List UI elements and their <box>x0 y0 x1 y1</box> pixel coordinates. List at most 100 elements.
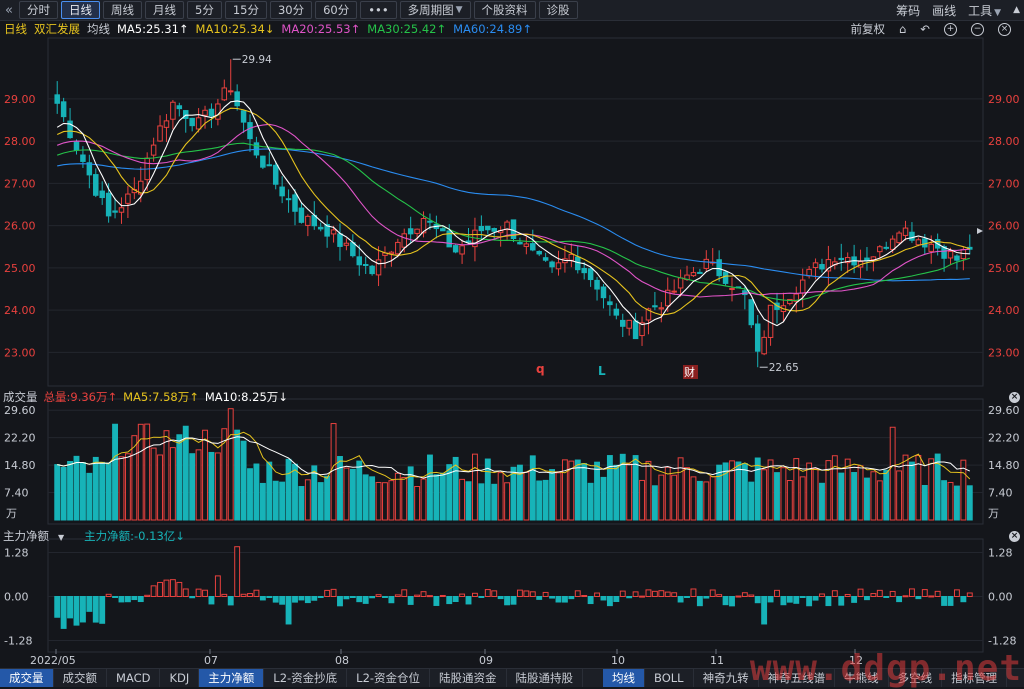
flow-bar <box>439 594 446 597</box>
flow-bar <box>819 593 825 597</box>
candle-body <box>195 117 202 130</box>
volume-bar <box>831 455 838 521</box>
flow-bar <box>375 594 382 598</box>
event-marker-q: q <box>536 362 545 376</box>
indicator-tab-2[interactable]: MACD <box>107 669 161 687</box>
candle-body <box>555 262 562 270</box>
candle-body <box>298 207 305 223</box>
flow-bar <box>574 590 581 597</box>
indicator-tab-14[interactable]: 多空线 <box>889 669 943 687</box>
flow-bar <box>632 591 639 597</box>
volume-bar <box>536 480 543 521</box>
indicator-tab-0[interactable]: 成交量 <box>0 669 54 687</box>
candle-body <box>658 307 665 310</box>
volume-bar <box>79 462 86 521</box>
candle-body <box>350 242 356 257</box>
volume-bar <box>105 462 112 521</box>
indicator-tab-7[interactable]: 陆股通资金 <box>430 669 507 687</box>
indicator-tabs: 成交量 成交额 MACD KDJ 主力净额 L2-资金抄底 L2-资金仓位 陆股通资金 陆股通持… <box>0 668 1024 687</box>
candle-body <box>240 110 247 123</box>
volume-bar <box>298 486 305 521</box>
indicator-tab-15[interactable]: 指标管理 <box>942 669 1008 687</box>
flow-bar <box>909 588 915 597</box>
indicator-tab-9[interactable]: 均线 <box>603 669 646 687</box>
candle-body <box>247 122 253 140</box>
volume-bar <box>812 468 819 521</box>
high-label: 29.94 <box>242 54 272 66</box>
indicator-tab-10[interactable]: BOLL <box>645 669 694 687</box>
flow-bar <box>915 596 922 600</box>
volume-bar <box>247 468 253 521</box>
candle-body <box>632 320 639 340</box>
volume-tick-right: 7.40 <box>988 487 1013 500</box>
volume-tick-right: 22.20 <box>988 432 1020 445</box>
indicator-tab-6[interactable]: L2-资金仓位 <box>347 669 431 687</box>
indicator-tab-4[interactable]: 主力净额 <box>199 669 265 687</box>
volume-bar <box>889 426 896 521</box>
volume-bar <box>838 472 845 521</box>
candle-body <box>697 271 703 274</box>
flow-bar <box>619 590 626 598</box>
indicator-tab-1[interactable]: 成交额 <box>54 669 107 687</box>
candle-body <box>272 164 279 185</box>
flow-bar <box>292 596 298 603</box>
close-volume-icon[interactable]: × <box>1009 392 1020 403</box>
volume-tick-left: 22.20 <box>4 432 36 445</box>
flow-bar <box>561 596 568 603</box>
flow-bar <box>247 593 253 597</box>
flow-bar <box>330 588 337 597</box>
candle-body <box>150 144 157 156</box>
low-label: 22.65 <box>769 362 799 374</box>
candle-body <box>594 279 600 290</box>
chevron-down-icon: ▼ <box>58 533 65 542</box>
volume-bar <box>388 480 395 521</box>
candle-body <box>729 288 735 291</box>
flow-tick-left: 0.00 <box>4 591 29 604</box>
volume-bar <box>561 459 568 521</box>
candle-body <box>922 238 928 248</box>
close-flow-icon[interactable]: × <box>1009 531 1020 542</box>
flow-title[interactable]: 主力净额 ▼ <box>3 528 70 544</box>
candle-body <box>812 262 819 269</box>
volume-bar <box>176 434 183 521</box>
flow-bar <box>844 593 851 597</box>
volume-bar <box>915 455 922 521</box>
flow-bar <box>953 589 960 598</box>
price-tick-right: 27.00 <box>988 177 1020 190</box>
candle-body <box>722 271 729 284</box>
flow-bar <box>221 593 228 598</box>
flow-bar <box>73 596 80 626</box>
candle-body <box>343 242 350 246</box>
price-tick-right: 23.00 <box>988 346 1020 359</box>
indicator-tab-8[interactable]: 陆股通持股 <box>507 669 584 687</box>
candle-body <box>407 228 414 235</box>
indicator-tab-5[interactable]: L2-资金抄底 <box>264 669 348 687</box>
indicator-tab-12[interactable]: 神奇五线谱 <box>759 669 836 687</box>
kline-chart[interactable]: 29.00 29.00 28.00 28.00 27.00 27.00 26.00 26.00… <box>0 0 1024 686</box>
flow-bar <box>317 596 324 598</box>
flow-bar <box>67 596 74 619</box>
price-tick-left: 29.00 <box>4 93 36 106</box>
flow-bar <box>105 593 112 598</box>
indicator-tab-13[interactable]: 牛熊线 <box>835 669 889 687</box>
indicator-tab-11[interactable]: 神奇九转 <box>694 669 759 687</box>
flow-bar <box>279 596 286 605</box>
flow-bar <box>414 594 421 598</box>
volume-bar <box>626 463 633 521</box>
volume-bar <box>240 440 247 521</box>
candle-body <box>485 225 491 231</box>
indicator-tab-3[interactable]: KDJ <box>160 669 200 687</box>
volume-bar <box>343 467 350 521</box>
flow-bar <box>137 596 144 603</box>
candle-body <box>754 323 761 352</box>
flow-bar <box>748 594 755 597</box>
flow-bar <box>684 596 690 598</box>
candle-body <box>221 87 228 101</box>
volume-bar <box>311 465 318 521</box>
flow-bar <box>658 590 665 597</box>
ma5-line <box>56 100 970 327</box>
volume-bar <box>953 485 960 521</box>
flow-bar <box>889 590 896 598</box>
flow-bar <box>510 596 517 605</box>
flow-bar <box>99 596 106 624</box>
